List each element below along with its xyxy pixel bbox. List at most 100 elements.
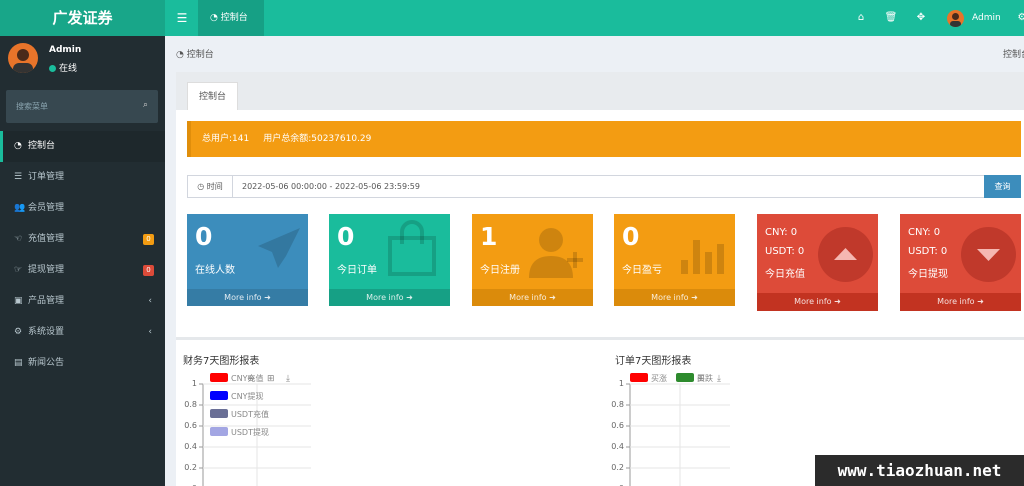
search-icon[interactable]: ⌕	[143, 100, 148, 110]
more-info-link[interactable]: More info ➜	[614, 289, 735, 306]
legend-swatch	[630, 373, 648, 382]
section-divider	[176, 337, 1024, 340]
legend-item[interactable]: CNY充值	[210, 373, 263, 384]
data-view-icon[interactable]: ⊜	[247, 374, 255, 384]
more-info-link[interactable]: More info ➜	[329, 289, 450, 306]
recharge-cny: CNY: 0	[765, 227, 798, 238]
recharge-label: 今日充值	[765, 269, 805, 280]
dashboard-icon: ◔	[210, 13, 218, 23]
sidebar-item-dashboard[interactable]: ◔ 控制台	[0, 131, 165, 162]
stat-label: 今日订单	[337, 265, 377, 276]
menu-toggle-icon[interactable]: ☰	[168, 0, 196, 36]
legend-item[interactable]: USDT充值	[210, 409, 269, 420]
legend-swatch	[210, 409, 228, 418]
sidebar-item-withdraw[interactable]: ☞ 提现管理 0	[0, 255, 165, 286]
legend-swatch	[210, 427, 228, 436]
withdraw-cny: CNY: 0	[908, 227, 941, 238]
date-range-input[interactable]: 2022-05-06 00:00:00 - 2022-05-06 23:59:5…	[234, 176, 984, 197]
gear-icon[interactable]: ⚙	[1012, 0, 1024, 36]
tab-dashboard[interactable]: ◔ 控制台	[198, 0, 264, 36]
time-label: ◷ 时间	[188, 176, 233, 197]
sidebar-item-orders[interactable]: ☰ 订单管理	[0, 162, 165, 193]
sidebar-item-label: 控制台	[28, 141, 56, 151]
grid-view-icon[interactable]: ⊞	[267, 374, 275, 384]
legend-label: USDT充值	[231, 410, 269, 419]
more-info-link[interactable]: More info ➜	[900, 293, 1021, 311]
dashboard-icon: ◔	[14, 141, 22, 151]
sidebar-item-news[interactable]: ▤ 新闻公告	[0, 348, 165, 379]
total-users: 总用户:141	[202, 134, 250, 144]
paper-plane-icon	[258, 228, 300, 268]
panel-tab-dashboard[interactable]: 控制台	[187, 82, 238, 110]
trash-icon[interactable]: 🗑	[881, 0, 901, 36]
chevron-left-icon: ‹	[148, 296, 152, 306]
sidebar-item-recharge[interactable]: ☜ 充值管理 0	[0, 224, 165, 255]
sidebar-item-label: 会员管理	[28, 203, 65, 213]
sidebar-item-settings[interactable]: ⚙ 系统设置 ‹	[0, 317, 165, 348]
order-chart-plot	[626, 383, 730, 486]
sidebar-item-label: 订单管理	[28, 172, 65, 182]
recharge-usdt: USDT: 0	[765, 246, 805, 257]
users-icon: 👥	[14, 203, 26, 213]
sidebar-item-label: 系统设置	[28, 327, 65, 337]
stat-value: 1	[480, 222, 498, 251]
hand-icon: ☜	[14, 234, 23, 244]
query-button[interactable]: 查询	[984, 175, 1021, 198]
recharge-badge: 0	[143, 234, 154, 245]
finance-chart-title: 财务7天图形报表	[183, 356, 260, 367]
more-info-link[interactable]: More info ➜	[472, 289, 593, 306]
watermark: www.tiaozhuan.net	[815, 455, 1024, 486]
legend-item[interactable]: 买跌	[676, 373, 713, 384]
clock-icon: ◷	[197, 182, 207, 191]
arrow-down-icon	[961, 227, 1016, 282]
user-avatar[interactable]	[947, 10, 964, 27]
sidebar-item-label: 产品管理	[28, 296, 65, 306]
total-balance: 用户总余额:50237610.29	[263, 134, 372, 144]
fullscreen-icon[interactable]: ✥	[911, 0, 931, 36]
withdraw-label: 今日提现	[908, 269, 948, 280]
brand-logo[interactable]: 广发证券	[0, 0, 165, 36]
chevron-left-icon: ‹	[148, 327, 152, 337]
more-info-link[interactable]: More info ➜	[757, 293, 878, 311]
user-plus-icon	[529, 228, 583, 278]
finance-chart: 10.80.60.40.20 CNY充值CNY提现USDT充值USDT提现 ⊜ …	[175, 372, 505, 486]
panel-header	[176, 72, 1024, 110]
shopping-bag-icon	[388, 220, 436, 276]
withdraw-usdt: USDT: 0	[908, 246, 948, 257]
top-user-name[interactable]: Admin	[972, 0, 1001, 36]
legend-label: CNY提现	[231, 392, 264, 401]
legend-item[interactable]: 买涨	[630, 373, 667, 384]
legend-swatch	[676, 373, 694, 382]
download-icon[interactable]: ⤓	[286, 374, 290, 384]
bar-chart-icon	[681, 240, 724, 274]
sidebar-avatar	[8, 43, 38, 73]
stat-value: 0	[195, 222, 213, 251]
online-status-label: 在线	[59, 64, 78, 74]
more-info-link[interactable]: More info ➜	[187, 289, 308, 306]
sidebar-item-products[interactable]: ▣ 产品管理 ‹	[0, 286, 165, 317]
stat-today-withdraw: CNY: 0 USDT: 0 今日提现 More info ➜	[900, 214, 1021, 311]
legend-label: USDT提现	[231, 428, 269, 437]
more-info-label: More info	[366, 293, 404, 302]
dashboard-icon: ◔	[176, 50, 187, 60]
grid-view-icon[interactable]: ⊞	[697, 374, 705, 384]
download-icon[interactable]: ⤓	[717, 374, 721, 384]
legend-item[interactable]: USDT提现	[210, 427, 269, 438]
more-info-label: More info	[937, 297, 975, 306]
sidebar-search-input[interactable]	[6, 90, 131, 123]
sidebar-user-name: Admin	[49, 45, 82, 55]
breadcrumb-right[interactable]: 控制台	[1003, 47, 1024, 60]
list-icon: ☰	[14, 172, 23, 182]
breadcrumb: ◔ 控制台	[176, 47, 214, 60]
sidebar-item-members[interactable]: 👥 会员管理	[0, 193, 165, 224]
legend-label: 买涨	[651, 374, 667, 383]
home-icon[interactable]: ⌂	[851, 0, 871, 36]
briefcase-icon: ▣	[14, 296, 23, 306]
online-status: 在线	[49, 61, 77, 74]
legend-item[interactable]: CNY提现	[210, 391, 263, 402]
arrow-up-icon	[818, 227, 873, 282]
stat-label: 今日注册	[480, 265, 520, 276]
online-dot-icon	[49, 65, 56, 72]
stat-value: 0	[337, 222, 355, 251]
sidebar-item-label: 提现管理	[28, 265, 65, 275]
